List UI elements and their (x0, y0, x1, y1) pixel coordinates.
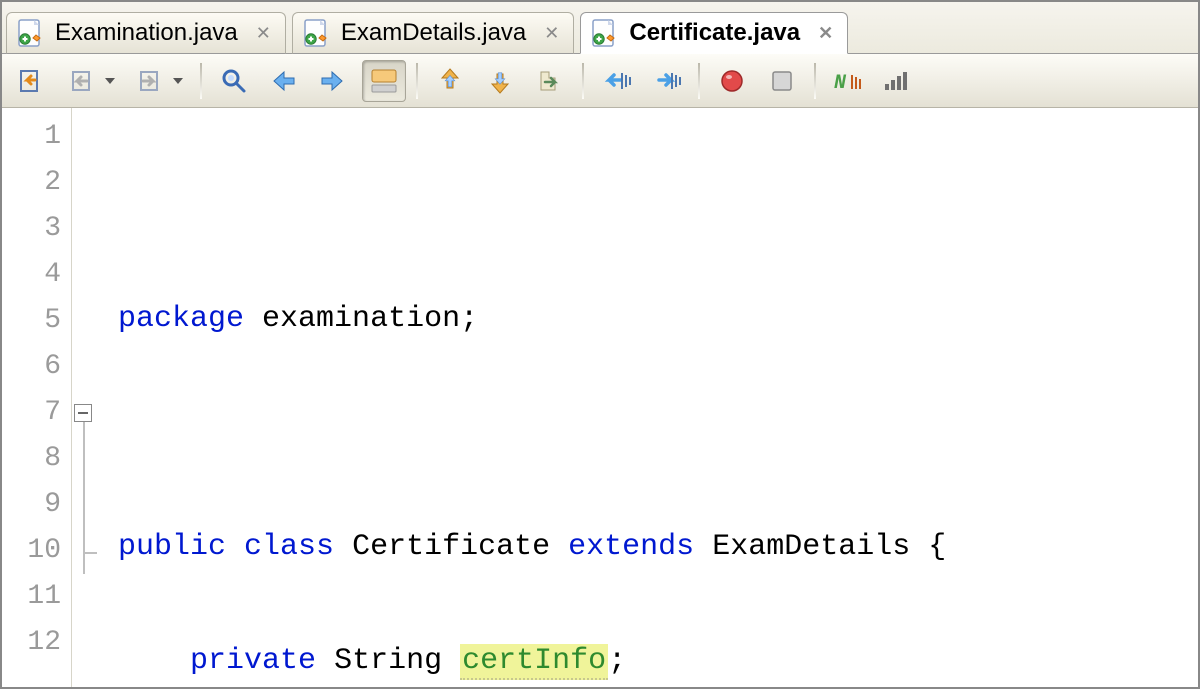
toolbar-separator (698, 63, 700, 99)
code-line (106, 182, 1198, 228)
code-line: package examination; (106, 296, 1198, 342)
line-number: 12 (2, 620, 71, 666)
java-file-icon (591, 19, 619, 47)
next-bookmark-button[interactable] (312, 60, 356, 102)
find-selection-button[interactable] (212, 60, 256, 102)
code-line: private String certInfo; (106, 638, 1198, 684)
tab-examination[interactable]: Examination.java ✕ (6, 12, 286, 54)
toolbar-separator (814, 63, 816, 99)
editor-toolbar: N (2, 54, 1198, 108)
code-line: public class Certificate extends ExamDet… (106, 524, 1198, 570)
toggle-highlight-button[interactable] (362, 60, 406, 102)
diff-button[interactable]: N (826, 60, 870, 102)
highlighted-identifier: certInfo (460, 644, 608, 680)
line-number: 1 (2, 114, 71, 160)
tab-label: Examination.java (55, 19, 238, 47)
stop-macro-button[interactable] (644, 60, 688, 102)
last-edit-button[interactable] (10, 60, 54, 102)
dropdown-caret-icon (173, 78, 183, 84)
editor-tabbar: Examination.java ✕ ExamDetails.java ✕ (2, 2, 1198, 54)
line-number-gutter: 1 2 3 4 5 6 7 8 9 10 11 12 (2, 108, 72, 687)
line-number: 11 (2, 574, 71, 620)
line-number: 8 (2, 436, 71, 482)
line-number: 4 (2, 252, 71, 298)
line-number: 6 (2, 344, 71, 390)
line-number: 10 (2, 528, 71, 574)
line-number: 3 (2, 206, 71, 252)
fold-guide (83, 552, 97, 554)
line-number: 5 (2, 298, 71, 344)
close-icon[interactable]: ✕ (818, 23, 833, 44)
svg-text:N: N (834, 72, 847, 95)
toolbar-separator (416, 63, 418, 99)
tab-label: Certificate.java (629, 19, 800, 47)
comment-button[interactable] (528, 60, 572, 102)
local-history-button[interactable] (876, 60, 920, 102)
prev-bookmark-button[interactable] (262, 60, 306, 102)
close-icon[interactable]: ✕ (256, 23, 271, 44)
tab-certificate[interactable]: Certificate.java ✕ (580, 12, 848, 54)
toolbar-separator (200, 63, 202, 99)
shift-line-up-button[interactable] (428, 60, 472, 102)
line-number: 9 (2, 482, 71, 528)
java-file-icon (17, 19, 45, 47)
close-icon[interactable]: ✕ (544, 23, 559, 44)
line-number: 7 (2, 390, 71, 436)
shift-line-down-button[interactable] (478, 60, 522, 102)
code-area[interactable]: package examination; public class Certif… (106, 108, 1198, 687)
code-line (106, 410, 1198, 456)
record-button[interactable] (710, 60, 754, 102)
code-editor[interactable]: 1 2 3 4 5 6 7 8 9 10 11 12 package exami… (2, 108, 1198, 687)
tab-examdetails[interactable]: ExamDetails.java ✕ (292, 12, 575, 54)
fold-column (72, 108, 106, 687)
stop-record-button[interactable] (760, 60, 804, 102)
forward-history-button[interactable] (128, 60, 190, 102)
line-number: 2 (2, 160, 71, 206)
tab-label: ExamDetails.java (341, 19, 526, 47)
back-history-button[interactable] (60, 60, 122, 102)
java-file-icon (303, 19, 331, 47)
toolbar-separator (582, 63, 584, 99)
dropdown-caret-icon (105, 78, 115, 84)
start-macro-button[interactable] (594, 60, 638, 102)
fold-toggle-icon[interactable] (74, 404, 92, 422)
